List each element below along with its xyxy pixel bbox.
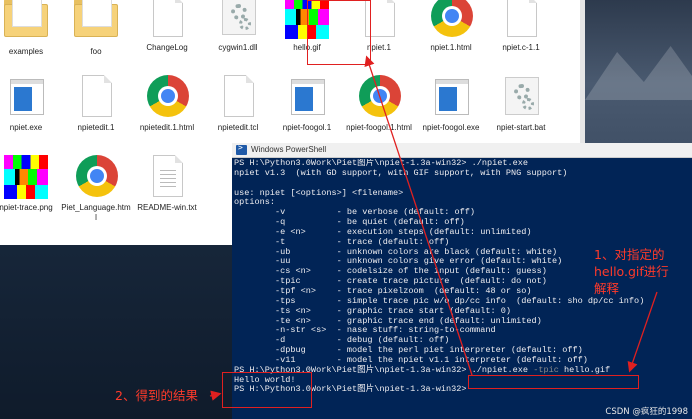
exe-icon <box>285 75 329 119</box>
command-file: hello.gif <box>558 364 611 375</box>
file-label: npiet-trace.png <box>0 203 53 212</box>
highlight-command <box>468 375 639 389</box>
file-label: npietedit.1 <box>77 123 115 132</box>
file-label: npiet-foogol.exe <box>422 123 480 132</box>
file-label: README-win.txt <box>137 203 197 212</box>
file-label: cygwin1.dll <box>218 43 258 52</box>
folder-icon <box>4 0 48 43</box>
file-label: foo <box>90 47 102 56</box>
file-label: npiet.c-1.1 <box>502 43 540 52</box>
file-item[interactable]: npiet-start.bat <box>486 75 556 133</box>
chrome-icon <box>357 75 401 119</box>
file-label: npiet-foogol.1 <box>282 123 332 132</box>
powershell-title-bar[interactable]: Windows PowerShell <box>232 143 692 158</box>
file-item[interactable]: npiet-foogol.1 <box>272 75 342 133</box>
file-label: npiet.exe <box>9 123 43 132</box>
file-item[interactable]: npiet-foogol.1.html <box>344 75 414 133</box>
console-line: use: npiet [<options>] <filename> <box>234 187 404 198</box>
console-line: npiet v1.3 (with GD support, with GIF su… <box>234 167 568 178</box>
file-item[interactable]: ChangeLog <box>132 0 202 53</box>
document-icon <box>216 75 260 119</box>
file-label: Piet_Language.html <box>61 203 131 222</box>
powershell-icon <box>236 143 247 155</box>
document-icon <box>74 75 118 119</box>
file-label: ChangeLog <box>146 43 188 52</box>
annotation-step1-line2: hello.gif进行 <box>594 264 669 279</box>
file-item[interactable]: npiet.1.html <box>416 0 486 53</box>
annotation-step1-line3: 解释 <box>594 281 620 296</box>
chrome-icon <box>145 75 189 119</box>
file-label: npiet.1.html <box>430 43 472 52</box>
exe-icon <box>429 75 473 119</box>
exe-icon <box>4 75 48 119</box>
annotation-step2: 2、得到的结果 <box>115 388 198 403</box>
file-item[interactable]: npietedit.1 <box>61 75 131 133</box>
window-title: Windows PowerShell <box>251 145 327 154</box>
file-label: examples <box>8 47 44 56</box>
file-label: npietedit.tcl <box>217 123 259 132</box>
file-item[interactable]: cygwin1.dll <box>203 0 273 53</box>
annotation-step1-line1: 1、对指定的 <box>594 247 665 262</box>
file-item[interactable]: npiet-foogol.exe <box>416 75 486 133</box>
file-item[interactable]: npietedit.1.html <box>132 75 202 133</box>
file-item[interactable]: npiet.exe <box>0 75 61 133</box>
highlight-result <box>222 372 312 408</box>
file-label: npietedit.1.html <box>139 123 195 132</box>
file-item[interactable]: npiet.c-1.1 <box>486 0 556 53</box>
file-item[interactable]: README-win.txt <box>132 155 202 213</box>
file-item[interactable]: examples <box>0 0 61 57</box>
file-item[interactable]: foo <box>61 0 131 57</box>
file-label: npiet-start.bat <box>496 123 546 132</box>
file-item[interactable]: npietedit.tcl <box>203 75 273 133</box>
document-icon <box>499 0 543 39</box>
annotation-step1: 1、对指定的 hello.gif进行 解释 <box>594 246 684 297</box>
file-item[interactable]: npiet-trace.png <box>0 155 61 213</box>
highlight-hello-gif <box>307 0 371 65</box>
file-item[interactable]: Piet_Language.html <box>61 155 131 223</box>
command-exe: ./npiet.exe <box>471 364 534 375</box>
document-icon <box>145 0 189 39</box>
gear-file-icon <box>216 0 260 39</box>
command-flag: -tpic <box>533 364 559 375</box>
watermark: CSDN @疯狂的1998 <box>605 407 688 417</box>
chrome-icon <box>74 155 118 199</box>
png-image-icon <box>4 155 48 199</box>
file-label: npiet-foogol.1.html <box>346 123 412 132</box>
folder-icon <box>74 0 118 43</box>
gear-file-icon <box>499 75 543 119</box>
text-file-icon <box>145 155 189 199</box>
chrome-icon <box>429 0 473 39</box>
